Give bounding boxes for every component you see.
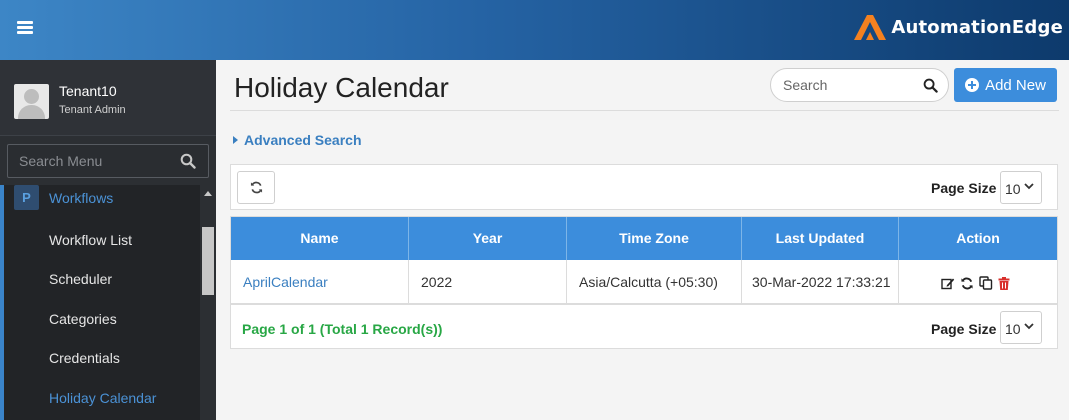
main-content: Holiday Calendar Add New Advanced Search… xyxy=(216,60,1069,420)
scroll-up-icon[interactable] xyxy=(204,191,212,196)
sidebar-scrollbar[interactable] xyxy=(200,185,216,420)
edit-icon[interactable] xyxy=(941,277,955,290)
sidebar-menu: P Workflows Workflow List Scheduler Cate… xyxy=(0,185,200,420)
page-size-select[interactable]: 10 xyxy=(1000,311,1042,344)
scrollbar-thumb[interactable] xyxy=(202,227,214,295)
sidebar-item-credentials[interactable]: Credentials xyxy=(49,350,120,366)
advanced-search-toggle[interactable]: Advanced Search xyxy=(233,132,362,148)
page-size-label: Page Size xyxy=(931,180,997,196)
workflow-icon: P xyxy=(14,185,39,210)
delete-icon[interactable] xyxy=(998,276,1010,290)
sidebar-item-scheduler[interactable]: Scheduler xyxy=(49,271,112,287)
page-size-label: Page Size xyxy=(931,321,997,337)
page-size-value: 10 xyxy=(1005,181,1021,197)
sidebar-group-workflows[interactable]: Workflows xyxy=(49,190,113,206)
caret-right-icon xyxy=(233,136,238,144)
refresh-icon[interactable] xyxy=(960,277,974,290)
search-input[interactable] xyxy=(771,69,921,101)
cell-timezone: Asia/Calcutta (+05:30) xyxy=(567,260,742,304)
copy-icon[interactable] xyxy=(979,276,993,290)
chevron-down-icon xyxy=(1024,323,1034,330)
brand-logo: AutomationEdge xyxy=(852,12,1063,42)
cell-actions xyxy=(899,260,1057,304)
pagination-info: Page 1 of 1 (Total 1 Record(s)) xyxy=(242,321,443,337)
divider xyxy=(231,304,1057,305)
automationedge-logo-icon xyxy=(854,15,887,40)
advanced-search-label: Advanced Search xyxy=(244,132,362,148)
sidebar-item-holiday-calendar[interactable]: Holiday Calendar xyxy=(49,390,156,406)
cell-year: 2022 xyxy=(409,260,567,304)
column-header-year[interactable]: Year xyxy=(409,217,567,260)
column-header-name[interactable]: Name xyxy=(231,217,409,260)
divider xyxy=(230,110,1059,111)
column-header-last-updated[interactable]: Last Updated xyxy=(742,217,899,260)
page-size-select[interactable]: 10 xyxy=(1000,171,1042,204)
brand-name: AutomationEdge xyxy=(891,16,1063,38)
table-toolbar: Page Size 10 xyxy=(230,164,1058,210)
plus-circle-icon xyxy=(965,78,980,92)
page-size-value: 10 xyxy=(1005,321,1021,337)
holiday-calendar-table: Name Year Time Zone Last Updated Action … xyxy=(230,216,1058,349)
add-new-label: Add New xyxy=(985,76,1046,94)
sidebar: Tenant10 Tenant Admin P Workflows Workfl… xyxy=(0,60,216,420)
user-panel: Tenant10 Tenant Admin xyxy=(0,60,216,136)
column-header-action: Action xyxy=(956,230,1000,246)
calendar-name-link[interactable]: AprilCalendar xyxy=(231,260,409,304)
column-header-timezone[interactable]: Time Zone xyxy=(567,217,742,260)
user-role: Tenant Admin xyxy=(59,104,126,116)
sidebar-item-categories[interactable]: Categories xyxy=(49,311,117,327)
menu-search xyxy=(7,144,209,178)
refresh-icon xyxy=(250,181,262,194)
menu-search-input[interactable] xyxy=(8,145,168,177)
search-icon[interactable] xyxy=(923,78,938,93)
search-box xyxy=(770,68,949,102)
user-name: Tenant10 xyxy=(59,83,117,99)
chevron-down-icon xyxy=(1024,183,1034,190)
add-new-button[interactable]: Add New xyxy=(954,68,1057,102)
hamburger-menu-icon[interactable] xyxy=(17,21,33,35)
search-icon[interactable] xyxy=(180,153,196,169)
avatar xyxy=(14,84,49,119)
active-group-indicator xyxy=(0,185,4,420)
page-title: Holiday Calendar xyxy=(234,72,449,103)
table-header: Name Year Time Zone Last Updated Action xyxy=(231,217,1057,260)
cell-last-updated: 30-Mar-2022 17:33:21 xyxy=(742,260,899,304)
refresh-button[interactable] xyxy=(237,171,275,204)
top-bar: AutomationEdge xyxy=(0,0,1069,60)
sidebar-item-workflow-list[interactable]: Workflow List xyxy=(49,232,132,248)
